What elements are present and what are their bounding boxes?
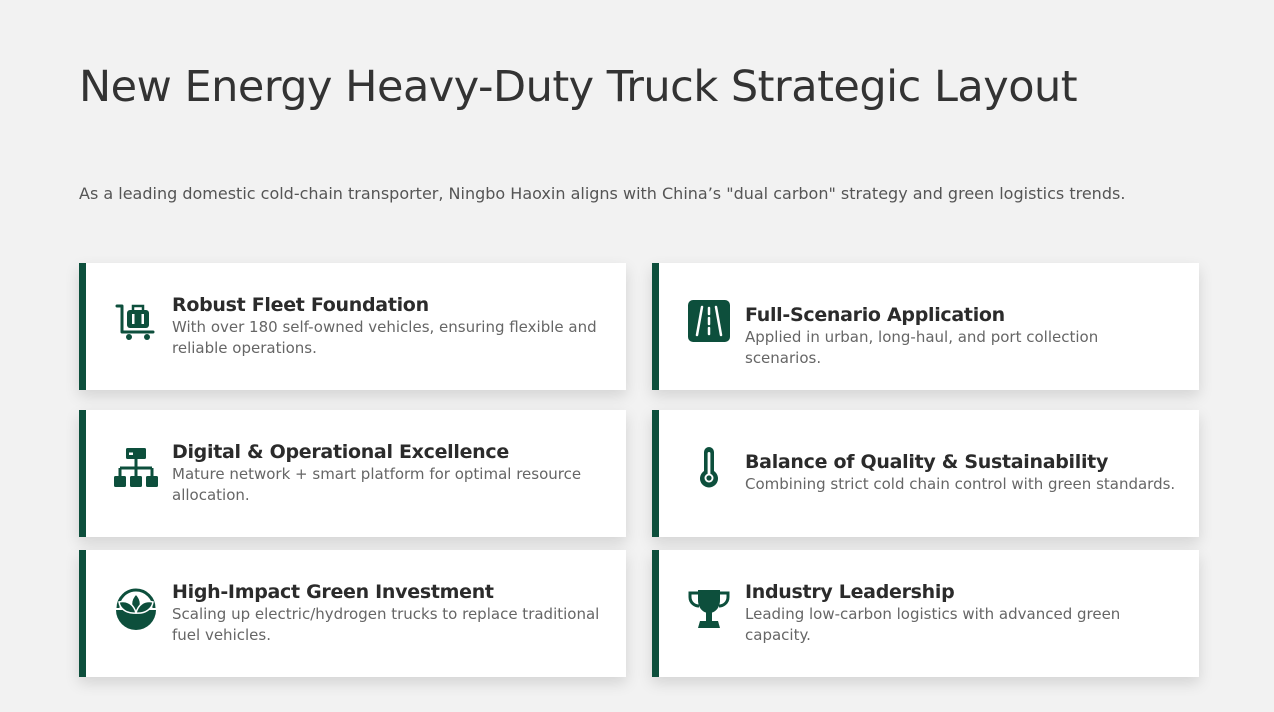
- seedling-icon: [114, 586, 158, 630]
- card-description: Scaling up electric/hydrogen trucks to r…: [172, 605, 600, 644]
- card-description: Combining strict cold chain control with…: [745, 475, 1176, 493]
- card-title: Industry Leadership: [745, 581, 955, 603]
- feature-card-investment: High-Impact Green Investment Scaling up …: [79, 550, 626, 677]
- card-title: Full-Scenario Application: [745, 304, 1005, 326]
- feature-card-quality: Balance of Quality & Sustainability Comb…: [652, 410, 1199, 537]
- luggage-cart-icon: [114, 299, 158, 343]
- card-title: Balance of Quality & Sustainability: [745, 451, 1109, 473]
- card-description: Applied in urban, long-haul, and port co…: [745, 328, 1099, 367]
- feature-card-scenario: Full-Scenario Application Applied in urb…: [652, 263, 1199, 390]
- trophy-icon: [687, 586, 731, 630]
- card-description: Mature network + smart platform for opti…: [172, 465, 582, 504]
- road-icon: [687, 299, 731, 343]
- card-description: With over 180 self-owned vehicles, ensur…: [172, 318, 597, 357]
- feature-card-fleet: Robust Fleet Foundation With over 180 se…: [79, 263, 626, 390]
- card-title: High-Impact Green Investment: [172, 581, 494, 603]
- page-subtitle: As a leading domestic cold-chain transpo…: [79, 184, 1126, 203]
- card-title: Digital & Operational Excellence: [172, 441, 509, 463]
- card-title: Robust Fleet Foundation: [172, 294, 429, 316]
- page-title: New Energy Heavy-Duty Truck Strategic La…: [79, 62, 1078, 112]
- card-description: Leading low-carbon logistics with advanc…: [745, 605, 1121, 644]
- network-hierarchy-icon: [114, 446, 158, 490]
- feature-card-leadership: Industry Leadership Leading low-carbon l…: [652, 550, 1199, 677]
- thermometer-icon: [687, 446, 731, 490]
- feature-card-digital: Digital & Operational Excellence Mature …: [79, 410, 626, 537]
